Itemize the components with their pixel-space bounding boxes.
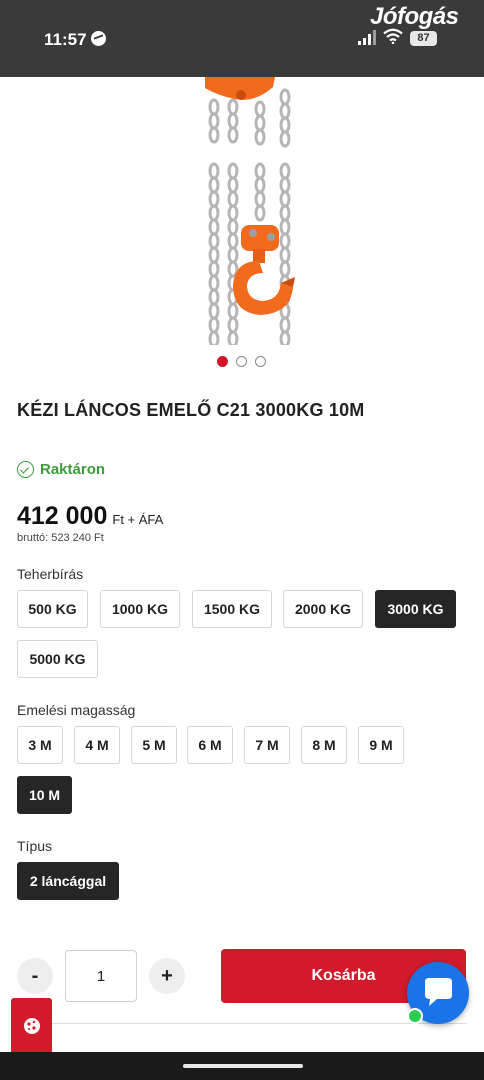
type-label: Típus — [17, 838, 53, 854]
height-option-7m[interactable]: 7 M — [244, 726, 290, 764]
capacity-option-5000[interactable]: 5000 KG — [17, 640, 98, 678]
height-option-4m[interactable]: 4 M — [74, 726, 120, 764]
capacity-option-500[interactable]: 500 KG — [17, 590, 88, 628]
signal-icon — [358, 30, 378, 45]
price: 412 000 Ft + ÁFA — [17, 502, 163, 531]
quantity-input[interactable]: 1 — [65, 950, 137, 1002]
height-option-3m[interactable]: 3 M — [17, 726, 63, 764]
price-value: 412 000 — [17, 502, 108, 530]
height-option-9m[interactable]: 9 M — [358, 726, 404, 764]
quantity-minus-button[interactable]: - — [17, 958, 53, 994]
height-option-6m[interactable]: 6 M — [187, 726, 233, 764]
messenger-icon — [91, 31, 106, 46]
gallery-dot-2[interactable] — [236, 356, 247, 367]
capacity-label: Teherbírás — [17, 566, 84, 582]
brand-logo: Jófogás — [370, 3, 459, 30]
check-circle-icon — [17, 461, 34, 478]
capacity-option-3000[interactable]: 3000 KG — [375, 590, 456, 628]
status-bar: 11:57 Jófogás 87 — [0, 0, 484, 77]
wifi-icon — [383, 28, 403, 44]
divider — [17, 1023, 467, 1024]
chain-hoist-image — [205, 77, 295, 345]
gross-price: bruttó: 523 240 Ft — [17, 532, 104, 544]
height-option-10m[interactable]: 10 M — [17, 776, 72, 814]
battery-indicator: 87 — [410, 31, 437, 46]
capacity-option-2000[interactable]: 2000 KG — [283, 590, 363, 628]
height-option-8m[interactable]: 8 M — [301, 726, 347, 764]
cookie-icon — [23, 1018, 40, 1034]
status-time: 11:57 — [44, 30, 87, 49]
system-nav-bar — [0, 1052, 484, 1080]
gallery-dot-3[interactable] — [255, 356, 266, 367]
quantity-plus-button[interactable]: + — [149, 958, 185, 994]
height-option-5m[interactable]: 5 M — [131, 726, 177, 764]
capacity-option-1500[interactable]: 1500 KG — [192, 590, 272, 628]
gallery-dot-1[interactable] — [217, 356, 228, 367]
stock-label: Raktáron — [40, 461, 106, 478]
stock-status: Raktáron — [17, 461, 105, 478]
capacity-option-1000[interactable]: 1000 KG — [100, 590, 180, 628]
product-title: KÉZI LÁNCOS EMELŐ C21 3000KG 10M — [17, 400, 365, 420]
home-indicator[interactable] — [183, 1064, 303, 1068]
product-image[interactable] — [205, 77, 295, 345]
height-label: Emelési magasság — [17, 702, 136, 718]
price-unit: Ft + ÁFA — [112, 512, 164, 527]
type-option-2-chains[interactable]: 2 láncággal — [17, 862, 119, 900]
online-indicator — [407, 1008, 423, 1024]
cookie-settings-button[interactable] — [11, 998, 52, 1054]
